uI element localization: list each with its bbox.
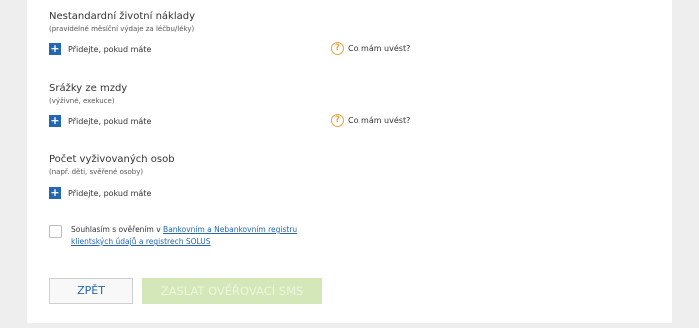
section-wage-deductions: Srážky ze mzdy (výživné, exekuce) [49, 82, 127, 106]
consent-label: Souhlasím s ověřením v [71, 225, 164, 234]
help-label[interactable]: Co mám uvést? [348, 44, 410, 53]
add-nonstandard-costs[interactable]: + Přidejte, pokud máte [49, 43, 151, 55]
help-label[interactable]: Co mám uvést? [348, 116, 410, 125]
section-subtitle: (pravidelné měsíční výdaje za léčbu/léky… [49, 25, 195, 33]
add-dependents[interactable]: + Přidejte, pokud máte [49, 187, 151, 199]
consent-row: Souhlasím s ověřením v Bankovním a Neban… [49, 224, 341, 248]
consent-checkbox[interactable] [49, 225, 62, 238]
back-button[interactable]: ZPĚT [49, 278, 133, 304]
section-title: Nestandardní životní náklady [49, 11, 195, 22]
help-nonstandard-costs[interactable]: ? Co mám uvést? [331, 42, 410, 55]
section-title: Srážky ze mzdy [49, 83, 128, 94]
add-label[interactable]: Přidejte, pokud máte [68, 45, 151, 54]
section-nonstandard-costs: Nestandardní životní náklady (pravidelné… [49, 10, 195, 34]
add-label[interactable]: Přidejte, pokud máte [68, 117, 151, 126]
plus-icon[interactable]: + [49, 43, 61, 55]
section-dependents: Počet vyživovaných osob (např. děti, svě… [49, 153, 175, 177]
plus-icon[interactable]: + [49, 187, 61, 199]
send-sms-button[interactable]: ZASLAT OVĚŘOVACÍ SMS [142, 278, 322, 304]
question-icon[interactable]: ? [331, 42, 344, 55]
section-subtitle: (např. děti, svěřené osoby) [49, 168, 144, 176]
add-label[interactable]: Přidejte, pokud máte [68, 189, 151, 198]
section-subtitle: (výživné, exekuce) [49, 97, 115, 105]
form-panel: Nestandardní životní náklady (pravidelné… [27, 0, 672, 323]
consent-text: Souhlasím s ověřením v Bankovním a Neban… [71, 224, 341, 248]
plus-icon[interactable]: + [49, 115, 61, 127]
add-wage-deductions[interactable]: + Přidejte, pokud máte [49, 115, 151, 127]
help-wage-deductions[interactable]: ? Co mám uvést? [331, 114, 410, 127]
section-title: Počet vyživovaných osob [49, 154, 175, 165]
question-icon[interactable]: ? [331, 114, 344, 127]
